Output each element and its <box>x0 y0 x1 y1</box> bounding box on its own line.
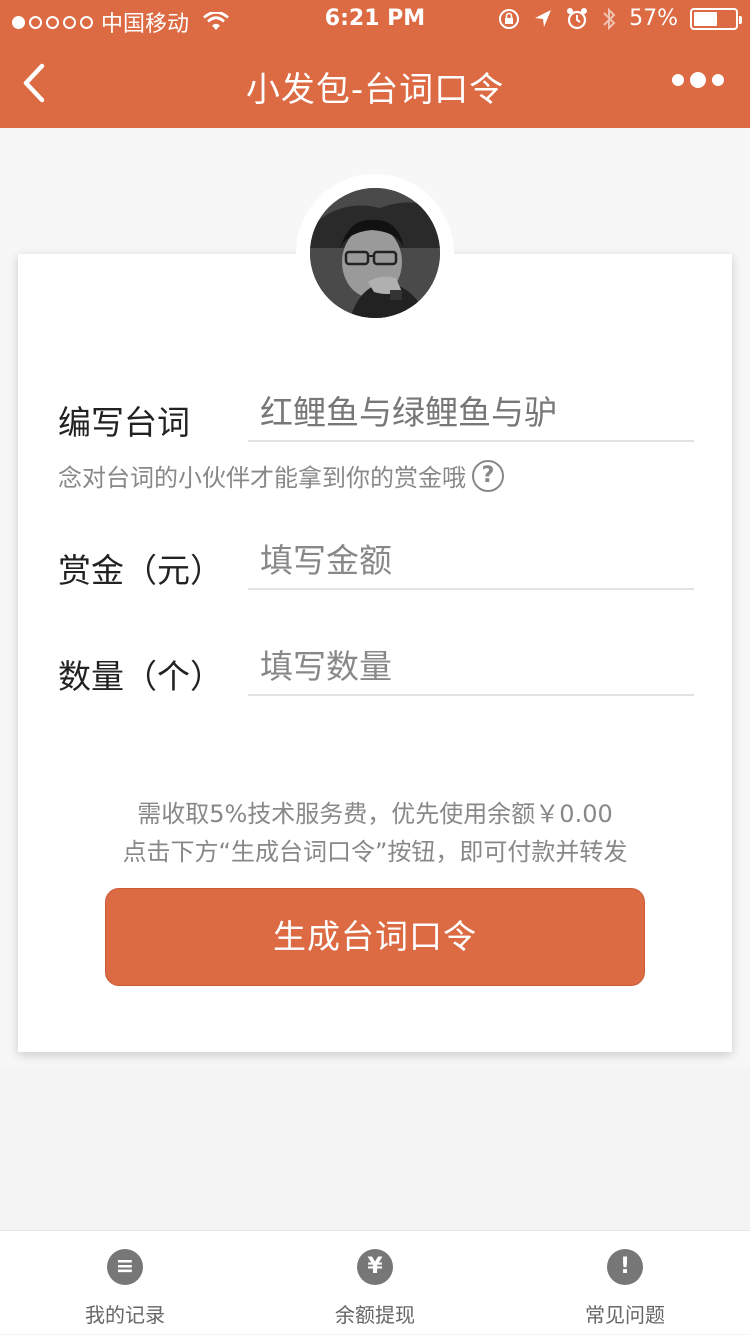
more-button[interactable] <box>672 72 724 88</box>
yen-icon: ¥ <box>357 1249 393 1285</box>
more-dot <box>712 74 724 86</box>
tab-label: 余额提现 <box>335 1303 415 1327</box>
tab-withdraw[interactable]: ¥ 余额提现 <box>250 1231 500 1335</box>
user-photo <box>310 188 440 318</box>
battery-icon <box>690 7 742 30</box>
script-hint: 念对台词的小伙伴才能拿到你的赏金哦 ? <box>58 458 504 493</box>
alarm-icon <box>567 7 588 29</box>
fee-notice: 需收取5%技术服务费，优先使用余额￥0.00 <box>137 800 613 828</box>
script-input[interactable]: 红鲤鱼与绿鲤鱼与驴 <box>248 390 694 442</box>
script-hint-text: 念对台词的小伙伴才能拿到你的赏金哦 <box>58 464 466 492</box>
script-label: 编写台词 <box>58 403 190 442</box>
tab-my-records[interactable]: ≡ 我的记录 <box>0 1231 250 1335</box>
avatar <box>310 188 440 318</box>
more-dot <box>672 74 684 86</box>
amount-label: 赏金（元） <box>58 551 223 590</box>
status-bar: 中国移动 6:21 PM 57% <box>0 0 750 40</box>
page-title: 小发包-台词口令 <box>245 70 505 110</box>
location-icon <box>535 9 552 27</box>
nav-bar: 小发包-台词口令 <box>0 40 750 128</box>
battery-percent: 57% <box>629 6 678 31</box>
help-icon[interactable]: ? <box>472 459 504 492</box>
amount-input[interactable]: 填写金额 <box>248 538 694 590</box>
bluetooth-icon <box>603 7 616 30</box>
generate-button[interactable]: 生成台词口令 <box>105 888 645 986</box>
count-input[interactable]: 填写数量 <box>248 644 694 696</box>
tab-label: 我的记录 <box>85 1303 165 1327</box>
battery-level <box>694 11 717 26</box>
count-label: 数量（个） <box>58 657 223 696</box>
status-right: 57% <box>497 6 742 31</box>
list-icon: ≡ <box>107 1249 143 1285</box>
tab-label: 常见问题 <box>585 1303 665 1327</box>
exclamation-icon: ! <box>607 1249 643 1285</box>
more-dot <box>690 72 706 88</box>
tab-bar: ≡ 我的记录 ¥ 余额提现 ! 常见问题 <box>0 1230 750 1334</box>
pay-notice: 点击下方“生成台词口令”按钮，即可付款并转发 <box>122 838 628 866</box>
rotation-lock-icon <box>499 8 520 29</box>
tab-faq[interactable]: ! 常见问题 <box>500 1231 750 1335</box>
